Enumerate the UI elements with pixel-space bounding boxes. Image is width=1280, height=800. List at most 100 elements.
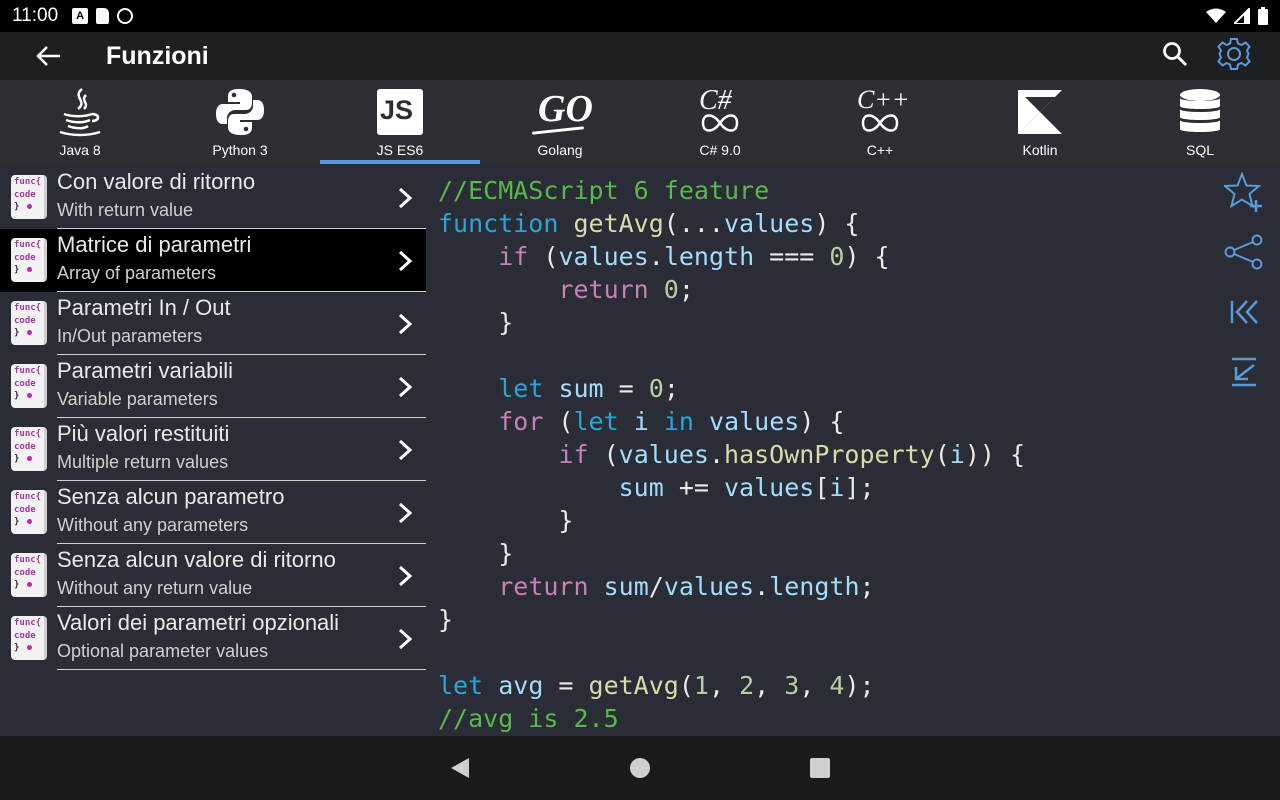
code-token: length [769,572,860,601]
list-item-title: Senza alcun parametro [57,484,285,509]
code-token: i [633,407,649,436]
search-button[interactable] [1162,41,1188,71]
list-item[interactable]: func{code} Parametri In / Out In/Out para… [0,292,426,355]
gear-icon [1217,38,1251,70]
nav-home-button[interactable] [620,748,660,788]
nav-recents-button[interactable] [800,748,840,788]
wifi-icon [1206,8,1226,23]
code-token: ) { [799,407,845,436]
code-token: (... [663,209,724,238]
code-token: //ECMAScript 6 feature [438,176,770,205]
status-time: 11:00 [12,5,59,26]
code-token: , [708,671,740,700]
tab-sql[interactable]: SQL [1120,80,1280,164]
chevron-right-icon [398,628,413,650]
code-token: ]; [844,473,875,502]
arrow-back-icon [36,46,60,66]
code-token: getAvg [573,209,664,238]
code-token: ) { [844,242,890,271]
code-token: ) { [814,209,860,238]
code-actions [1218,172,1270,392]
code-line: //avg is 2.5 [438,702,1208,735]
tab-label: SQL [1185,142,1214,158]
code-token: //avg is 2.5 [438,704,619,733]
tab-python[interactable]: Python 3 [160,80,320,164]
code-token: if [558,440,589,469]
code-line: } [438,603,1208,636]
func-code-icon: func{code} [11,490,47,534]
list-item-title: Parametri In / Out [57,295,231,320]
func-code-icon: func{code} [11,301,47,345]
code-token: sum [618,473,664,502]
code-viewer[interactable]: //ECMAScript 6 feature function getAvg(..… [438,174,1208,734]
add-favorite-button[interactable] [1220,172,1268,212]
code-token: values [709,407,800,436]
chevron-right-icon [398,502,413,524]
chevron-right-icon [398,376,413,398]
chevron-right-icon [398,439,413,461]
tab-golang[interactable]: GO Golang [480,80,640,164]
func-code-icon: func{code} [11,238,47,282]
func-code-icon: func{code} [11,175,47,219]
tab-cpp[interactable]: C++ C++ [800,80,960,164]
code-token: i [829,473,845,502]
list-item[interactable]: func{code} Valori dei parametri opzional… [0,607,426,670]
list-item-subtitle: Array of parameters [57,263,217,283]
list-item[interactable]: func{code} Senza alcun parametro Without … [0,481,426,544]
cpp-icon: C++ [855,85,909,137]
notification-a-icon: A [72,8,89,24]
nav-back-icon [451,758,469,778]
function-list: func{code} Con valore di ritorno With ret… [0,166,426,736]
code-token: . [648,242,664,271]
code-token: ; [678,275,694,304]
back-button[interactable] [20,32,76,80]
code-token: in [663,407,694,436]
tab-js-es6[interactable]: JS JS ES6 [320,80,480,164]
scroll-to-end-icon [1232,357,1256,387]
code-token: ( [588,440,619,469]
list-item-title: Più valori restituiti [57,421,230,446]
list-item-selected[interactable]: func{code} Matrice di parametri Array of … [0,229,426,292]
scroll-to-end-button[interactable] [1220,352,1268,392]
list-item[interactable]: func{code} Senza alcun valore di ritorno… [0,544,426,607]
list-item[interactable]: func{code} Con valore di ritorno With ret… [0,166,426,229]
share-icon [1224,234,1263,270]
code-token: for [498,407,544,436]
favorite-add-icon [1224,172,1262,212]
code-token: 4 [829,671,845,700]
kotlin-icon [1018,90,1062,134]
code-token: ; [663,374,679,403]
go-to-top-button[interactable] [1220,292,1268,332]
code-token: )) { [964,440,1026,469]
code-token: sum [558,374,604,403]
code-token: / [648,572,664,601]
settings-button[interactable] [1216,36,1252,76]
list-item[interactable]: func{code} Più valori restituiti Multiple… [0,418,426,481]
list-item-title: Parametri variabili [57,358,234,383]
code-line: //ECMAScript 6 feature [438,174,1208,207]
code-line: let avg = getAvg(1, 2, 3, 4); [438,669,1208,702]
tab-kotlin[interactable]: Kotlin [960,80,1120,164]
chevron-right-icon [398,313,413,335]
list-item-subtitle: With return value [57,200,194,220]
func-code-icon: func{code} [11,427,47,471]
code-token: function [438,209,574,238]
code-token: i [949,440,965,469]
nav-back-button[interactable] [440,748,480,788]
code-token: . [708,440,725,469]
code-token: } [438,308,514,337]
list-item[interactable]: func{code} Parametri variabili Variable p… [0,355,426,418]
code-line: sum += values[i]; [438,471,1208,504]
share-button[interactable] [1220,232,1268,272]
tab-label: C++ [866,142,894,158]
tab-java[interactable]: Java 8 [0,80,160,164]
tab-csharp[interactable]: C# C# 9.0 [640,80,800,164]
